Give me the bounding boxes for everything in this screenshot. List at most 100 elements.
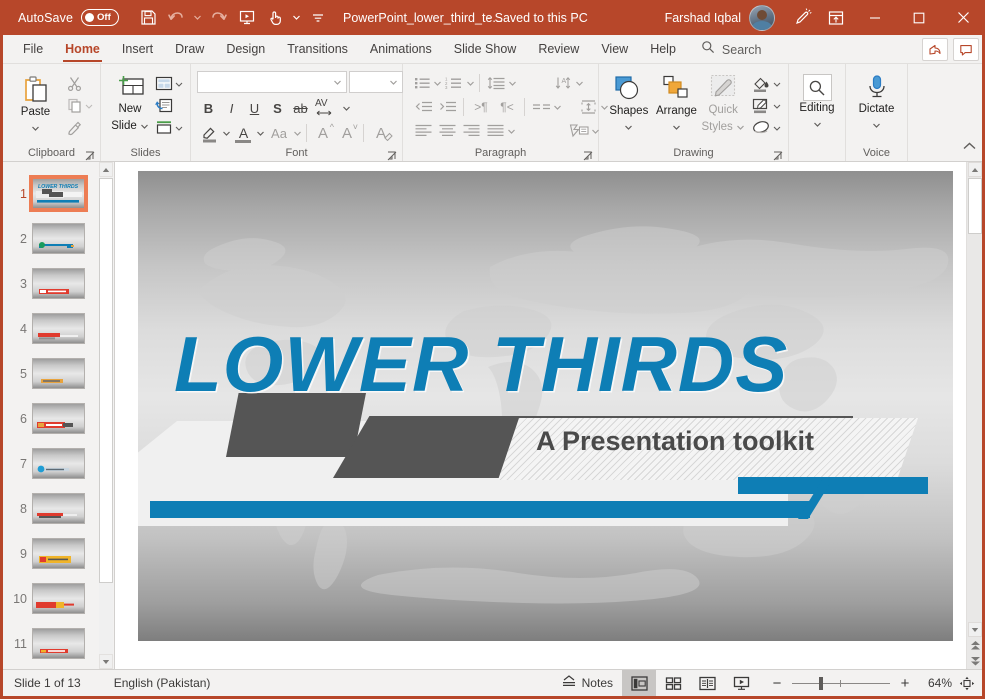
thumbnail-item-7[interactable]: 7 [3,441,102,486]
layout-caret-icon[interactable] [175,75,183,93]
bullets-caret-icon[interactable] [433,74,442,92]
shape-outline-icon[interactable] [749,95,783,116]
thumbnail-image[interactable] [32,313,85,344]
section-button[interactable] [153,117,185,138]
next-slide-button[interactable] [968,654,982,669]
thumbnail-image[interactable] [32,583,85,614]
touch-mode-caret-icon[interactable] [290,5,303,31]
italic-button[interactable]: I [220,97,243,119]
slide-subtitle[interactable]: A Presentation toolkit [536,426,814,457]
minimize-button[interactable] [853,0,897,35]
arrange-caret-icon[interactable] [672,118,681,136]
tab-home[interactable]: Home [54,36,111,63]
underline-button[interactable]: U [243,97,266,119]
thumbnail-image[interactable] [32,223,85,254]
shapes-button[interactable]: Shapes [605,70,653,136]
align-center-icon[interactable] [435,120,459,141]
save-icon[interactable] [135,5,161,31]
section-caret-icon[interactable] [175,119,183,137]
notes-button[interactable]: Notes [552,670,622,697]
thumbnail-item-6[interactable]: 6 [3,396,102,441]
thumbnail-image[interactable] [32,448,85,479]
tab-animations[interactable]: Animations [359,36,443,63]
tab-review[interactable]: Review [527,36,590,63]
align-left-icon[interactable] [411,120,435,141]
clipboard-dialog-launcher[interactable] [85,148,95,161]
tab-draw[interactable]: Draw [164,36,215,63]
thumbnail-item-1[interactable]: 1 LOWER THIRDS [3,171,102,216]
bullets-icon[interactable] [411,72,433,93]
arrange-button[interactable]: Arrange [653,70,701,136]
font-color-icon[interactable]: A [231,122,256,144]
thumbnail-image[interactable]: LOWER THIRDS [29,175,88,212]
redo-icon[interactable] [206,5,232,31]
slide-indicator[interactable]: Slide 1 of 13 [14,676,81,690]
align-right-icon[interactable] [459,120,483,141]
justify-caret-icon[interactable] [507,122,516,140]
shape-effects-icon[interactable] [749,117,783,138]
canvas-scroll-up-button[interactable] [968,162,982,177]
font-name-input[interactable] [197,71,347,93]
columns-icon[interactable] [529,96,553,117]
increase-font-size-button[interactable]: A ^ [311,122,335,144]
right-to-left-icon[interactable]: ¶< [494,96,520,117]
language-indicator[interactable]: English (Pakistan) [114,676,211,690]
thumbnail-item-4[interactable]: 4 [3,306,102,351]
editing-button[interactable]: Editing [794,70,840,133]
font-size-caret-icon[interactable] [389,73,398,91]
slide-show-icon[interactable] [724,670,758,697]
ribbon-display-options-icon[interactable] [819,0,853,35]
strikethrough-button[interactable]: ab [289,97,312,119]
columns-caret-icon[interactable] [553,98,562,116]
align-text-icon[interactable] [576,96,600,117]
autosave-control[interactable]: AutoSave Off [18,9,120,26]
new-slide-button[interactable]: New Slide [109,70,151,135]
tab-slide-show[interactable]: Slide Show [443,36,528,63]
zoom-out-button[interactable]: − [766,670,788,697]
shape-fill-icon[interactable] [749,73,783,94]
scrollbar-thumb[interactable] [99,178,113,583]
decrease-indent-icon[interactable] [411,96,435,117]
copy-button[interactable] [64,95,95,116]
text-shadow-button[interactable]: S [266,97,289,119]
font-color-caret-icon[interactable] [256,124,265,142]
tab-view[interactable]: View [590,36,639,63]
zoom-slider-handle[interactable] [819,676,823,690]
bold-button[interactable]: B [197,97,220,119]
maximize-button[interactable] [897,0,941,35]
convert-to-smartart-icon[interactable] [566,120,591,141]
customize-qat-icon[interactable] [305,5,331,31]
line-spacing-icon[interactable] [484,72,508,93]
start-from-beginning-icon[interactable] [234,5,260,31]
reading-view-icon[interactable] [690,670,724,697]
tab-help[interactable]: Help [639,36,687,63]
thumbnail-item-8[interactable]: 8 [3,486,102,531]
shape-fill-caret-icon[interactable] [773,75,781,93]
change-case-caret-icon[interactable] [293,124,302,142]
text-highlight-caret-icon[interactable] [222,124,231,142]
slide-vertical-scrollbar[interactable] [966,162,982,669]
reset-slide-button[interactable] [153,95,185,116]
account-info[interactable]: Farshad Iqbal [665,4,775,31]
share-icon[interactable] [922,38,948,61]
thumbnail-item-10[interactable]: 10 [3,576,102,621]
scroll-up-button[interactable] [99,162,113,177]
decrease-font-size-button[interactable]: A ˅ [335,122,359,144]
search-box[interactable]: Search [701,36,762,63]
increase-indent-icon[interactable] [435,96,459,117]
save-status-label[interactable]: - Saved to this PC [487,11,588,25]
thumbnail-image[interactable] [32,268,85,299]
slide-title[interactable]: LOWER THIRDS [174,319,788,410]
numbering-caret-icon[interactable] [466,74,475,92]
shape-outline-caret-icon[interactable] [773,97,781,115]
thumbnail-item-3[interactable]: 3 [3,261,102,306]
autosave-toggle[interactable]: Off [81,9,120,26]
text-highlight-icon[interactable] [197,122,222,144]
shape-effects-caret-icon[interactable] [773,119,781,137]
numbering-icon[interactable]: 123 [442,72,466,93]
quick-styles-caret-icon[interactable] [736,118,745,136]
avatar[interactable] [749,4,775,31]
thumbnail-image[interactable] [32,493,85,524]
font-size-input[interactable] [349,71,403,93]
undo-icon[interactable] [163,5,189,31]
